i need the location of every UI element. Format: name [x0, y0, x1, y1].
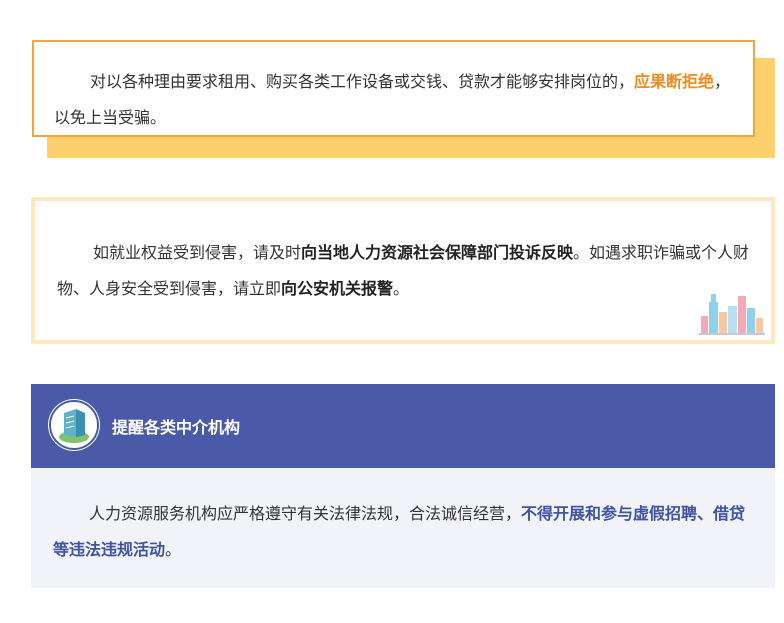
card1-text-highlight: 应果断拒绝 [634, 72, 715, 91]
card3-text-end: 。 [165, 540, 182, 559]
card2-text: 如就业权益受到侵害，请及时向当地人力资源社会保障部门投诉反映。如遇求职诈骗或个人… [57, 235, 757, 307]
office-building-icon [48, 399, 100, 451]
card2-text-3: 。 [393, 279, 410, 298]
card1-text-plain: 对以各种理由要求租用、购买各类工作设备或交钱、贷款才能够安排岗位的， [90, 72, 635, 91]
card1-text: 对以各种理由要求租用、购买各类工作设备或交钱、贷款才能够安排岗位的，应果断拒绝，… [54, 64, 739, 136]
notice-card-agencies: 人力资源服务机构应严格遵守有关法律法规，合法诚信经营，不得开展和参与虚假招聘、借… [31, 468, 775, 588]
card2-text-1: 如就业权益受到侵害，请及时 [93, 243, 302, 262]
city-buildings-icon [699, 294, 765, 335]
card3-title: 提醒各类中介机构 [112, 418, 241, 437]
notice-card-report: 如就业权益受到侵害，请及时向当地人力资源社会保障部门投诉反映。如遇求职诈骗或个人… [31, 197, 775, 344]
card3-text-plain: 人力资源服务机构应严格遵守有关法律法规，合法诚信经营， [89, 504, 522, 523]
card3-text: 人力资源服务机构应严格遵守有关法律法规，合法诚信经营，不得开展和参与虚假招聘、借… [53, 496, 761, 568]
card2-bold-2: 向公安机关报警 [281, 279, 394, 298]
card2-bold-1: 向当地人力资源社会保障部门投诉反映 [301, 243, 574, 262]
notice-card-refuse: 对以各种理由要求租用、购买各类工作设备或交钱、贷款才能够安排岗位的，应果断拒绝，… [32, 40, 755, 137]
